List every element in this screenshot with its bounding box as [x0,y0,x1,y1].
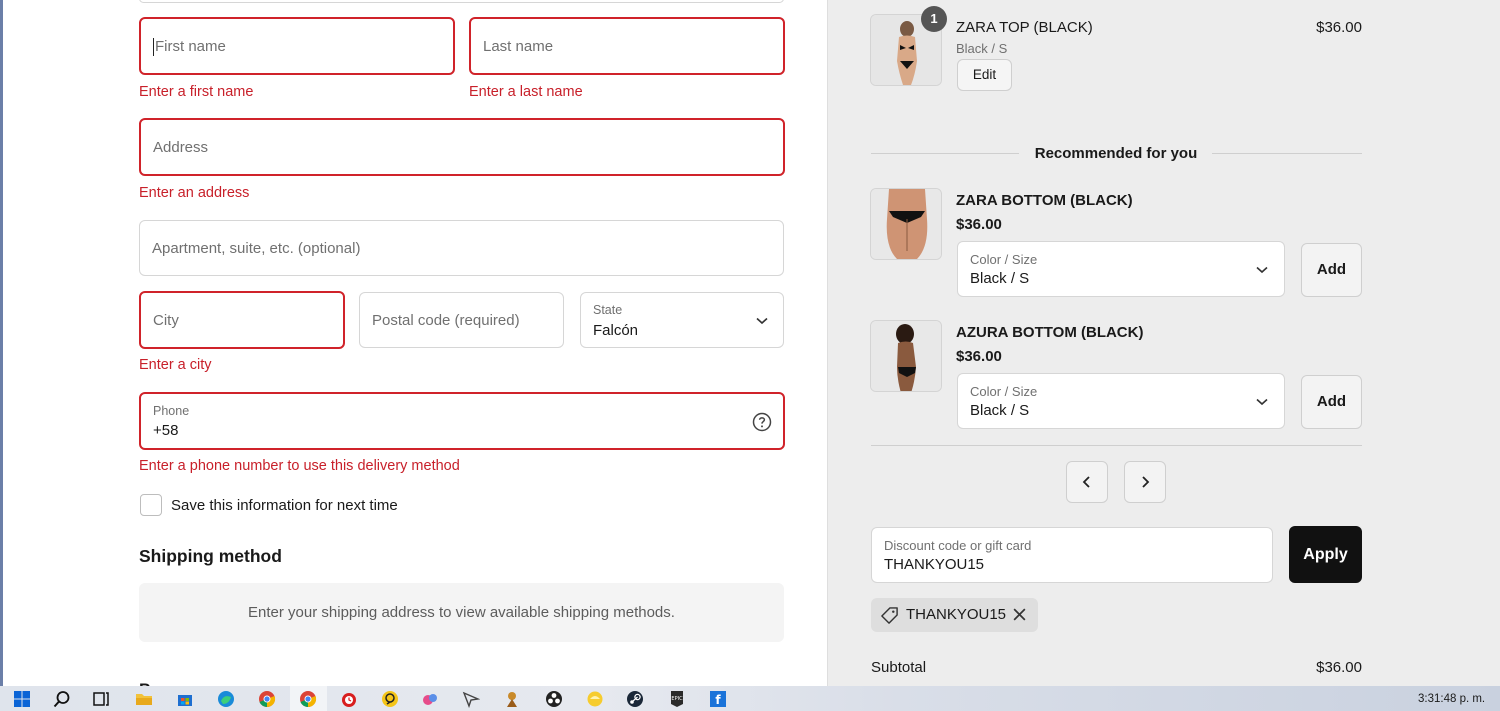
recommendation-image [870,320,942,392]
taskbar: EPIC f 3:31:48 p. m. [0,686,1500,711]
order-summary: 1 ZARA TOP (BLACK) Black / S $36.00 Edit… [827,0,1500,686]
city-placeholder: City [153,312,179,329]
first-name-error: Enter a first name [139,84,254,100]
first-name-placeholder: First name [155,38,226,55]
shipping-method-message: Enter your shipping address to view avai… [248,604,675,621]
add-recommendation-button[interactable]: Add [1301,375,1362,429]
subtotal-label: Subtotal [871,659,927,676]
chevron-down-icon [1256,266,1268,274]
chevron-down-icon [1256,398,1268,406]
save-info-label: Save this information for next time [171,497,398,514]
color-size-select[interactable]: Color / Size Black / S [957,241,1285,297]
color-size-value: Black / S [970,402,1030,419]
address-input[interactable]: Address [139,118,785,176]
game-icon[interactable] [503,690,521,708]
obs-icon[interactable] [545,690,563,708]
discount-code-input[interactable]: Discount code or gift card THANKYOU15 [871,527,1273,583]
phone-value: +58 [153,422,179,439]
chevron-left-icon [1082,476,1090,488]
subtotal-value: $36.00 [1316,659,1362,676]
alarm-app-icon[interactable] [340,690,358,708]
phone-error: Enter a phone number to use this deliver… [139,458,460,474]
postal-code-placeholder: Postal code (required) [372,312,520,329]
carousel-next-button[interactable] [1124,461,1166,503]
chrome-icon[interactable] [258,690,276,708]
recommendation-image [870,188,942,260]
add-recommendation-button[interactable]: Add [1301,243,1362,297]
search-icon[interactable] [53,690,71,708]
last-name-placeholder: Last name [483,38,554,55]
app-icon[interactable] [462,690,480,708]
color-size-label: Color / Size [970,384,1038,399]
svg-text:EPIC: EPIC [671,696,683,702]
help-icon[interactable] [752,412,772,432]
recommendation-price: $36.00 [956,348,1002,365]
apartment-placeholder: Apartment, suite, etc. (optional) [152,240,361,257]
checkout-form: First name Enter a first name Last name … [3,0,827,686]
state-label: State [593,303,623,317]
recommended-title: Recommended for you [1034,145,1198,162]
cart-item-price: $36.00 [1316,19,1362,36]
text-caret [153,38,154,56]
windows-start-icon[interactable] [13,690,31,708]
task-view-icon[interactable] [92,690,110,708]
chevron-down-icon [756,317,768,325]
shipping-method-title: Shipping method [139,546,282,566]
phone-label: Phone [153,404,190,418]
address-error: Enter an address [139,185,250,201]
discount-code-value: THANKYOU15 [884,556,985,573]
save-info-checkbox[interactable] [140,494,162,516]
recommendation-price: $36.00 [956,216,1002,233]
file-explorer-icon[interactable] [135,690,153,708]
microsoft-store-icon[interactable] [176,690,194,708]
app-icon[interactable]: f [709,690,727,708]
postal-code-input[interactable]: Postal code (required) [359,292,564,348]
discount-code-label: Discount code or gift card [884,538,1032,553]
app-icon[interactable] [586,690,604,708]
apartment-input[interactable]: Apartment, suite, etc. (optional) [139,220,784,276]
recommendation-name: ZARA BOTTOM (BLACK) [956,192,1133,209]
color-size-label: Color / Size [970,252,1038,267]
first-name-input[interactable]: First name [139,17,455,75]
recommendation-name: AZURA BOTTOM (BLACK) [956,324,1144,341]
shipping-method-box: Enter your shipping address to view avai… [139,583,784,642]
edge-browser-icon[interactable] [217,690,235,708]
address-placeholder: Address [153,139,209,156]
steam-icon[interactable] [626,690,644,708]
color-size-select[interactable]: Color / Size Black / S [957,373,1285,429]
divider-line [871,445,1362,446]
applied-discount-code: THANKYOU15 [906,606,1007,623]
epic-games-icon[interactable]: EPIC [668,690,686,708]
city-input[interactable]: City [139,291,345,349]
cart-quantity-badge: 1 [921,6,947,32]
tag-icon [881,607,898,624]
chevron-right-icon [1142,476,1150,488]
color-size-value: Black / S [970,270,1030,287]
chrome-active-icon[interactable] [299,690,317,708]
system-clock: 3:31:48 p. m. [1418,693,1486,705]
last-name-input[interactable]: Last name [469,17,785,75]
cart-item-variant: Black / S [956,41,1008,56]
last-name-error: Enter a last name [469,84,583,100]
previous-field-edge [139,0,784,3]
edit-item-button[interactable]: Edit [957,59,1012,91]
cart-item-name: ZARA TOP (BLACK) [956,19,1093,36]
state-select[interactable]: State Falcón [580,292,784,348]
apply-discount-button[interactable]: Apply [1289,526,1362,583]
phone-input[interactable]: Phone +58 [139,392,785,450]
chat-app-icon[interactable] [381,690,399,708]
carousel-prev-button[interactable] [1066,461,1108,503]
city-error: Enter a city [139,357,212,373]
remove-discount-icon[interactable] [1012,607,1027,622]
app-icon[interactable] [421,690,439,708]
state-value: Falcón [593,322,639,339]
applied-discount-tag: THANKYOU15 [871,598,1038,632]
svg-text:f: f [715,693,721,707]
